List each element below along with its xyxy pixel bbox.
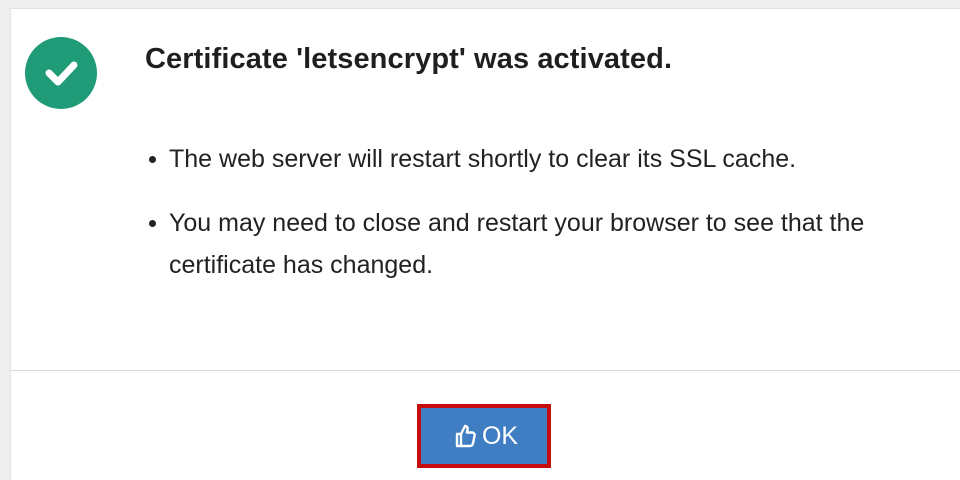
message-list: The web server will restart shortly to c… <box>149 138 959 308</box>
message-item: You may need to close and restart your b… <box>149 202 959 286</box>
footer-divider <box>11 370 960 371</box>
dialog-title: Certificate 'letsencrypt' was activated. <box>145 43 673 75</box>
ok-label: OK <box>481 421 519 450</box>
bullet-icon <box>149 220 156 227</box>
check-circle-icon <box>25 37 97 109</box>
message-text: The web server will restart shortly to c… <box>169 145 797 173</box>
certificate-dialog: Certificate 'letsencrypt' was activated.… <box>10 8 960 480</box>
message-text: You may need to close and restart your b… <box>169 209 865 279</box>
bullet-icon <box>149 156 156 163</box>
thumbs-up-icon <box>450 422 478 450</box>
ok-button[interactable]: OK <box>417 404 551 468</box>
message-item: The web server will restart shortly to c… <box>149 138 959 180</box>
